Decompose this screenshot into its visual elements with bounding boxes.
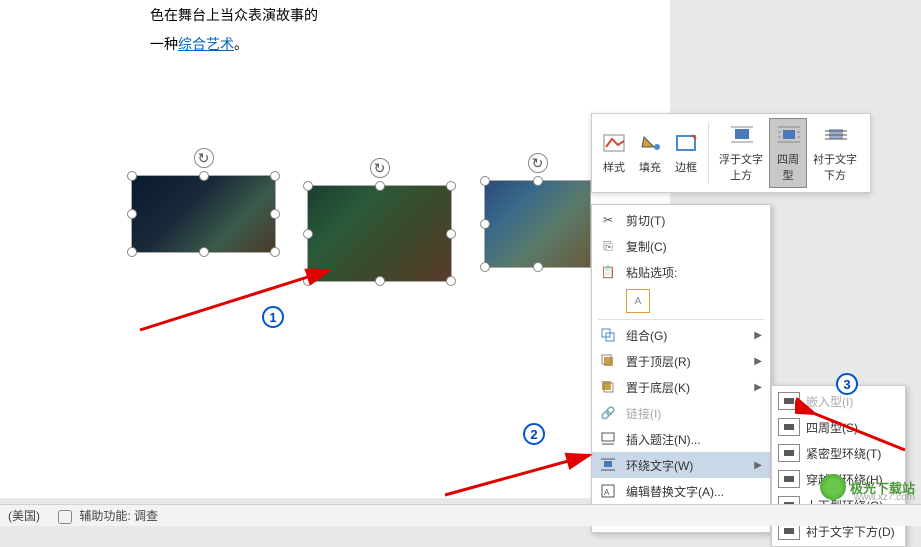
chevron-right-icon: ▶ [754, 356, 762, 367]
alt-text-icon: A [598, 481, 618, 501]
square-wrap-icon [776, 123, 800, 147]
resize-handle[interactable] [480, 219, 490, 229]
image-content [485, 181, 590, 267]
context-menu: ✂ 剪切(T) ⎘ 复制(C) 📋 粘贴选项: A 组合(G) ▶ 置于顶层(R… [591, 204, 771, 533]
link-icon: 🔗 [598, 403, 618, 423]
resize-handle[interactable] [303, 229, 313, 239]
resize-handle[interactable] [533, 176, 543, 186]
menu-separator [598, 319, 764, 320]
menu-group[interactable]: 组合(G) ▶ [592, 322, 770, 348]
resize-handle[interactable] [270, 247, 280, 257]
status-accessibility[interactable]: 辅助功能: 调查 [58, 507, 158, 524]
resize-handle[interactable] [199, 247, 209, 257]
menu-cut[interactable]: ✂ 剪切(T) [592, 207, 770, 233]
resize-handle[interactable] [199, 171, 209, 181]
resize-handle[interactable] [480, 176, 490, 186]
rotate-handle[interactable] [194, 148, 214, 168]
paste-options-row: A [592, 285, 770, 317]
site-watermark: 极光下载站 www.xz7.com [820, 474, 915, 500]
paste-option-keep-source[interactable]: A [626, 289, 650, 313]
resize-handle[interactable] [446, 276, 456, 286]
resize-handle[interactable] [446, 181, 456, 191]
svg-text:A: A [604, 488, 610, 497]
resize-handle[interactable] [270, 209, 280, 219]
document-text-block: 色在舞台上当众表演故事的 一种综合艺术。 [150, 3, 318, 57]
annotation-marker-3: 3 [836, 373, 858, 395]
group-icon [598, 325, 618, 345]
float-above-text-button[interactable]: 浮于文字 上方 [713, 118, 769, 188]
inline-wrap-icon [778, 392, 800, 410]
picture-format-toolbar: 样式 填充 边框 浮于文字 上方 四周 型 衬于文字 下方 [591, 113, 871, 193]
square-wrap-button[interactable]: 四周 型 [769, 118, 807, 188]
tight-wrap-icon [778, 444, 800, 462]
menu-send-back[interactable]: 置于底层(K) ▶ [592, 374, 770, 400]
resize-handle[interactable] [533, 262, 543, 272]
hyperlink[interactable]: 综合艺术 [178, 36, 234, 52]
resize-handle[interactable] [446, 229, 456, 239]
border-button[interactable]: 边框 [668, 118, 704, 188]
resize-handle[interactable] [127, 247, 137, 257]
resize-handle[interactable] [303, 181, 313, 191]
image-object-3[interactable] [484, 180, 591, 268]
chevron-right-icon: ▶ [754, 330, 762, 341]
float-below-icon [823, 123, 847, 147]
send-back-icon [598, 377, 618, 397]
rotate-handle[interactable] [370, 158, 390, 178]
accessibility-icon [58, 510, 72, 524]
resize-handle[interactable] [480, 262, 490, 272]
image-object-1[interactable] [131, 175, 276, 253]
chevron-right-icon: ▶ [754, 382, 762, 393]
float-below-text-button[interactable]: 衬于文字 下方 [807, 118, 863, 188]
cut-icon: ✂ [598, 210, 618, 230]
through-wrap-icon [778, 470, 800, 488]
resize-handle[interactable] [375, 276, 385, 286]
text-line: 一种综合艺术。 [150, 32, 318, 57]
submenu-tight[interactable]: 紧密型环绕(T) [772, 440, 905, 466]
document-canvas[interactable]: 色在舞台上当众表演故事的 一种综合艺术。 [0, 0, 670, 498]
style-button[interactable]: 样式 [596, 118, 632, 188]
menu-edit-alt-text[interactable]: A 编辑替换文字(A)... [592, 478, 770, 504]
resize-handle[interactable] [127, 171, 137, 181]
paste-icon: 📋 [598, 262, 618, 282]
border-icon [674, 131, 698, 155]
image-object-2[interactable] [307, 185, 452, 282]
resize-handle[interactable] [270, 171, 280, 181]
image-content [132, 176, 275, 252]
annotation-marker-1: 1 [262, 306, 284, 328]
text-line: 色在舞台上当众表演故事的 [150, 3, 318, 28]
rotate-handle[interactable] [528, 153, 548, 173]
caption-icon [598, 429, 618, 449]
chevron-right-icon: ▶ [754, 460, 762, 471]
resize-handle[interactable] [375, 181, 385, 191]
resize-handle[interactable] [303, 276, 313, 286]
submenu-square[interactable]: 四周型(S) [772, 414, 905, 440]
menu-bring-front[interactable]: 置于顶层(R) ▶ [592, 348, 770, 374]
menu-link: 🔗 链接(I) [592, 400, 770, 426]
menu-paste-options: 📋 粘贴选项: [592, 259, 770, 285]
wrap-text-icon [598, 455, 618, 475]
status-bar: (美国) 辅助功能: 调查 [0, 504, 921, 526]
watermark-logo-icon [820, 474, 846, 500]
style-icon [602, 131, 626, 155]
resize-handle[interactable] [127, 209, 137, 219]
status-language[interactable]: (美国) [8, 507, 40, 524]
float-above-icon [729, 123, 753, 147]
copy-icon: ⎘ [598, 236, 618, 256]
menu-copy[interactable]: ⎘ 复制(C) [592, 233, 770, 259]
fill-icon [638, 131, 662, 155]
square-wrap-icon [778, 418, 800, 436]
fill-button[interactable]: 填充 [632, 118, 668, 188]
menu-insert-caption[interactable]: 插入题注(N)... [592, 426, 770, 452]
toolbar-separator [708, 123, 709, 183]
bring-front-icon [598, 351, 618, 371]
annotation-marker-2: 2 [523, 423, 545, 445]
menu-wrap-text[interactable]: 环绕文字(W) ▶ [592, 452, 770, 478]
image-content [308, 186, 451, 281]
